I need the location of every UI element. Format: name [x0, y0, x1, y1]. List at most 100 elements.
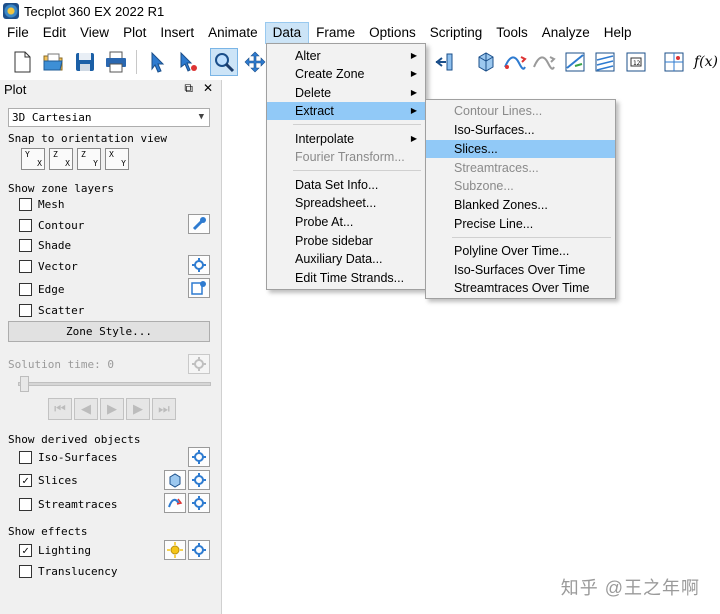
menu-file[interactable]: File	[0, 22, 36, 44]
extract-iso-surfaces[interactable]: Iso-Surfaces...	[426, 121, 615, 139]
probe-at-tool-icon[interactable]: 12	[622, 48, 650, 76]
iso-details-icon[interactable]	[188, 447, 210, 467]
data-menu-delete[interactable]: Delete ▶	[267, 84, 425, 102]
edge-details-icon[interactable]	[188, 278, 210, 298]
equation-icon[interactable]: f(x)	[692, 48, 720, 76]
extract-polyline-over-time[interactable]: Polyline Over Time...	[426, 242, 615, 260]
slice-tool-small-icon[interactable]	[164, 470, 186, 490]
scatter-checkbox[interactable]	[19, 303, 32, 317]
open-folder-icon[interactable]	[40, 48, 68, 76]
translucency-checkbox[interactable]	[19, 564, 32, 578]
extract-blanked-zones[interactable]: Blanked Zones...	[426, 196, 615, 214]
extract-streamtraces-over-time[interactable]: Streamtraces Over Time	[426, 279, 615, 297]
data-menu-extract[interactable]: Extract ▶	[267, 102, 425, 120]
first-frame-icon[interactable]: ⏮	[48, 398, 72, 420]
data-menu-spreadsheet[interactable]: Spreadsheet...	[267, 194, 425, 212]
mesh-checkbox[interactable]	[19, 197, 32, 211]
menu-animate[interactable]: Animate	[201, 22, 265, 44]
slices-checkbox[interactable]: ✓	[19, 473, 32, 487]
step-back-icon[interactable]: ◀	[74, 398, 98, 420]
derived-streamtraces[interactable]: Streamtraces	[19, 496, 117, 512]
contour-checkbox[interactable]	[19, 218, 32, 232]
close-icon[interactable]: ✕	[203, 81, 213, 96]
data-menu-probe-sidebar[interactable]: Probe sidebar	[267, 232, 425, 250]
derived-slices[interactable]: ✓ Slices	[19, 472, 78, 488]
solution-time-slider-thumb[interactable]	[20, 376, 29, 392]
menu-data[interactable]: Data	[264, 22, 310, 44]
data-menu-fourier-transform[interactable]: Fourier Transform...	[267, 148, 425, 166]
menu-tools[interactable]: Tools	[489, 22, 535, 44]
solution-time-slider[interactable]	[18, 382, 211, 386]
menu-options[interactable]: Options	[362, 22, 423, 44]
menu-plot[interactable]: Plot	[116, 22, 153, 44]
menu-scripting[interactable]: Scripting	[423, 22, 490, 44]
frame-layout-icon[interactable]	[660, 48, 688, 76]
data-menu-edit-time-strands[interactable]: Edit Time Strands...	[267, 269, 425, 287]
data-menu-create-zone[interactable]: Create Zone ▶	[267, 65, 425, 83]
menu-frame[interactable]: Frame	[309, 22, 362, 44]
extract-iso-surfaces-over-time[interactable]: Iso-Surfaces Over Time	[426, 261, 615, 279]
adjustor-icon[interactable]	[174, 48, 202, 76]
select-arrow-icon[interactable]	[143, 48, 171, 76]
shade-checkbox[interactable]	[19, 238, 32, 252]
lighting-details-icon[interactable]	[188, 540, 210, 560]
orient-zx-button[interactable]: ZX	[49, 148, 73, 170]
extract-slices[interactable]: Slices...	[426, 140, 615, 158]
new-file-icon[interactable]	[8, 48, 36, 76]
data-menu-probe-at[interactable]: Probe At...	[267, 213, 425, 231]
orient-zy-button[interactable]: ZY	[77, 148, 101, 170]
edge-checkbox[interactable]	[19, 282, 32, 296]
menu-help[interactable]: Help	[597, 22, 639, 44]
menu-insert[interactable]: Insert	[153, 22, 201, 44]
streamtrace-details-icon[interactable]	[188, 493, 210, 513]
slice-details-icon[interactable]	[188, 470, 210, 490]
derived-iso-surfaces[interactable]: Iso-Surfaces	[19, 449, 117, 465]
translate-icon[interactable]	[241, 48, 269, 76]
layer-shade[interactable]: Shade	[19, 237, 71, 253]
contour-line-tool-icon[interactable]	[561, 48, 589, 76]
data-menu-interpolate[interactable]: Interpolate ▶	[267, 130, 425, 148]
extract-subzone[interactable]: Subzone...	[426, 177, 615, 195]
print-icon[interactable]	[102, 48, 130, 76]
vector-checkbox[interactable]	[19, 259, 32, 273]
data-menu-auxiliary-data[interactable]: Auxiliary Data...	[267, 250, 425, 268]
orient-xy-button[interactable]: XY	[105, 148, 129, 170]
zoom-icon[interactable]	[210, 48, 238, 76]
streamtrace-tool-small-icon[interactable]	[164, 493, 186, 513]
orient-yx-button[interactable]: YX	[21, 148, 45, 170]
undock-icon[interactable]: ⧉	[184, 81, 193, 96]
iso-surface-tool-icon[interactable]	[530, 48, 558, 76]
effect-translucency[interactable]: Translucency	[19, 563, 117, 579]
plot-type-select[interactable]: 3D Cartesian ▼	[8, 108, 210, 127]
polyline-tool-icon[interactable]	[591, 48, 619, 76]
save-icon[interactable]	[71, 48, 99, 76]
vector-details-icon[interactable]	[188, 255, 210, 275]
layer-contour[interactable]: Contour	[19, 217, 84, 233]
extract-precise-line[interactable]: Precise Line...	[426, 215, 615, 233]
lighting-icon[interactable]	[164, 540, 186, 560]
layer-mesh[interactable]: Mesh	[19, 196, 65, 212]
menu-analyze[interactable]: Analyze	[535, 22, 597, 44]
extract-streamtraces[interactable]: Streamtraces...	[426, 159, 615, 177]
last-frame-icon[interactable]: ⏭	[152, 398, 176, 420]
probe-tool-icon[interactable]	[472, 48, 500, 76]
data-menu-data-set-info[interactable]: Data Set Info...	[267, 176, 425, 194]
zone-style-button[interactable]: Zone Style...	[8, 321, 210, 342]
play-icon[interactable]: ▶	[100, 398, 124, 420]
data-menu-alter[interactable]: Alter ▶	[267, 47, 425, 65]
slice-tool-icon[interactable]	[430, 48, 458, 76]
step-forward-icon[interactable]: ▶	[126, 398, 150, 420]
menu-view[interactable]: View	[73, 22, 116, 44]
lighting-checkbox[interactable]: ✓	[19, 543, 32, 557]
iso-surfaces-checkbox[interactable]	[19, 450, 32, 464]
layer-scatter[interactable]: Scatter	[19, 302, 84, 318]
streamtraces-checkbox[interactable]	[19, 497, 32, 511]
layer-vector[interactable]: Vector	[19, 258, 78, 274]
effect-lighting[interactable]: ✓ Lighting	[19, 542, 91, 558]
streamtrace-tool-icon[interactable]	[501, 48, 529, 76]
menu-edit[interactable]: Edit	[36, 22, 73, 44]
layer-edge[interactable]: Edge	[19, 281, 65, 297]
time-details-icon[interactable]	[188, 354, 210, 374]
extract-contour-lines[interactable]: Contour Lines...	[426, 102, 615, 120]
contour-details-icon[interactable]	[188, 214, 210, 234]
